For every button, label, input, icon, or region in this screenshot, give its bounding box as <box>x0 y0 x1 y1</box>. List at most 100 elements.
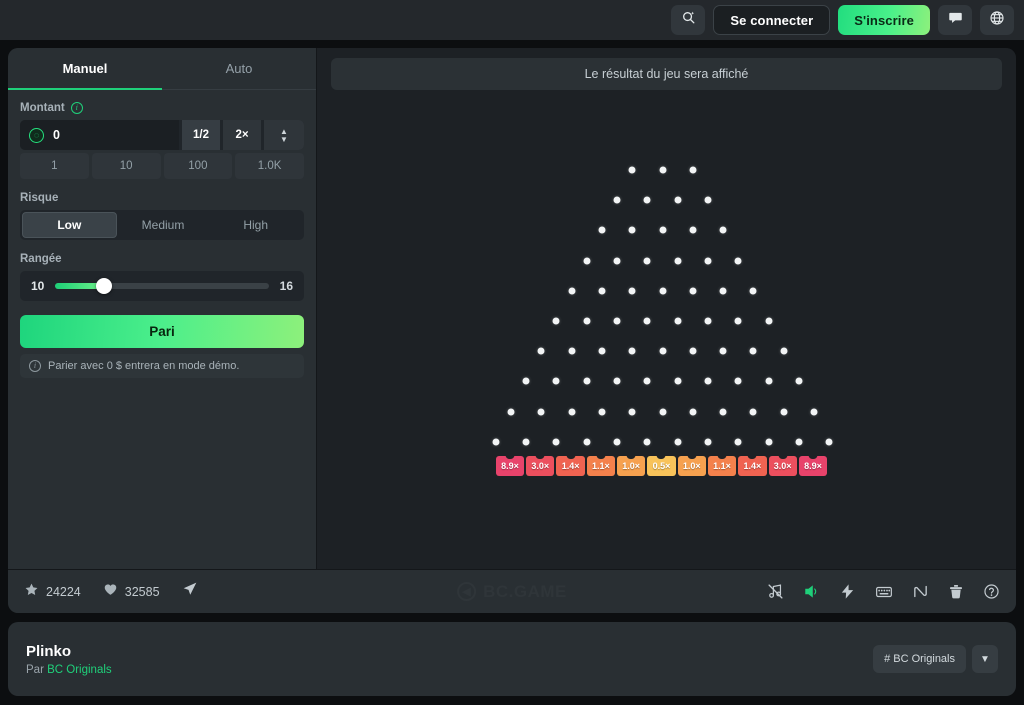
plinko-peg <box>598 347 606 355</box>
quick-amount-1[interactable]: 1 <box>20 153 89 179</box>
help-icon[interactable] <box>983 583 1000 600</box>
demo-mode-note: i Parier avec 0 $ entrera en mode démo. <box>20 354 304 378</box>
by-prefix: Par <box>26 663 48 676</box>
share-button[interactable] <box>182 581 198 602</box>
plinko-peg <box>734 377 742 385</box>
bet-button[interactable]: Pari <box>20 315 304 348</box>
rows-slider-knob[interactable] <box>96 278 113 294</box>
plinko-peg <box>583 257 591 265</box>
multiplier-slot[interactable]: 3.0× <box>526 455 555 476</box>
plinko-peg <box>780 347 788 355</box>
plinko-peg <box>689 408 697 416</box>
lightning-icon[interactable] <box>839 583 856 600</box>
plinko-peg <box>719 347 727 355</box>
risk-option-medium[interactable]: Medium <box>117 212 210 238</box>
watermark-text: BC.GAME <box>483 581 567 601</box>
plinko-peg <box>825 438 833 446</box>
game-info-card: Plinko Par BC Originals # BC Originals ▼ <box>8 622 1016 696</box>
rows-label: Rangée <box>20 253 62 265</box>
plinko-peg <box>613 377 621 385</box>
multiplier-slot[interactable]: 1.0× <box>677 455 706 476</box>
plinko-peg <box>734 438 742 446</box>
plinko-peg <box>749 347 757 355</box>
provider-link[interactable]: BC Originals <box>47 664 112 676</box>
risk-option-high[interactable]: High <box>209 212 302 238</box>
expand-tags-button[interactable]: ▼ <box>972 645 998 673</box>
plinko-peg <box>628 408 636 416</box>
quick-amount-10[interactable]: 10 <box>91 153 161 179</box>
plinko-peg <box>583 377 591 385</box>
plinko-peg <box>719 408 727 416</box>
quick-amount-1k[interactable]: 1.0K <box>235 153 304 179</box>
plinko-peg <box>674 196 682 204</box>
amount-input[interactable]: ◌ 0 <box>20 120 179 150</box>
favorites-stat[interactable]: 24224 <box>24 582 81 602</box>
multiplier-slot[interactable]: 1.0× <box>617 455 646 476</box>
plinko-peg <box>537 408 545 416</box>
music-off-icon[interactable] <box>767 583 784 600</box>
plinko-peg <box>689 226 697 234</box>
search-button[interactable] <box>671 5 706 35</box>
plinko-peg <box>507 408 515 416</box>
plinko-board: 8.9× 3.0× 1.4× 1.1× 1.0× 0.5× 1.0× 1.1× 1.4× 3.0×… <box>331 90 1002 540</box>
plinko-peg <box>643 196 651 204</box>
multiplier-slot[interactable]: 1.4× <box>738 455 767 476</box>
risk-option-low[interactable]: Low <box>22 212 117 238</box>
plinko-peg <box>613 438 621 446</box>
multiplier-slot[interactable]: 0.5× <box>647 455 676 476</box>
sound-on-icon[interactable] <box>803 583 820 600</box>
plinko-peg <box>552 377 560 385</box>
tab-auto[interactable]: Auto <box>162 48 316 90</box>
multiplier-slot[interactable]: 1.1× <box>707 455 737 476</box>
globe-icon <box>989 10 1005 31</box>
plinko-peg <box>674 438 682 446</box>
multiplier-slot[interactable]: 8.9× <box>495 455 525 476</box>
plinko-peg <box>765 377 773 385</box>
plinko-peg <box>552 438 560 446</box>
plinko-peg <box>659 226 666 234</box>
multiplier-slot[interactable]: 1.4× <box>556 455 585 476</box>
multiplier-slot[interactable]: 8.9× <box>798 455 828 476</box>
plinko-board-area: Le résultat du jeu sera affiché 8.9× 3.0×… <box>317 48 1016 569</box>
plinko-peg <box>674 377 682 385</box>
multiplier-row: 8.9× 3.0× 1.4× 1.1× 1.0× 0.5× 1.0× 1.1× 1.4× 3.0×… <box>495 455 828 476</box>
plinko-peg <box>598 408 606 416</box>
star-count: 24224 <box>46 584 81 599</box>
rows-slider-track[interactable] <box>55 278 269 294</box>
panel-content: Montant i ◌ 0 1/2 2× ▲ ▼ 1 10 100 1.0K R… <box>8 90 316 378</box>
multiplier-slot[interactable]: 1.1× <box>586 455 616 476</box>
keyboard-icon[interactable] <box>875 583 893 601</box>
plinko-peg <box>749 408 757 416</box>
amount-double-button[interactable]: 2× <box>223 120 261 150</box>
rows-label-row: Rangée <box>20 253 304 265</box>
quick-amount-100[interactable]: 100 <box>163 153 233 179</box>
multiplier-slot[interactable]: 3.0× <box>768 455 797 476</box>
mode-tabs: Manuel Auto <box>8 48 316 90</box>
tag-bc-originals[interactable]: # BC Originals <box>873 645 966 673</box>
plinko-peg <box>719 287 727 295</box>
plinko-peg <box>613 317 621 325</box>
trash-icon[interactable] <box>948 584 964 600</box>
language-button[interactable] <box>980 5 1014 35</box>
amount-half-button[interactable]: 1/2 <box>182 120 220 150</box>
signup-button[interactable]: S'inscrire <box>838 5 930 35</box>
plinko-peg <box>704 257 712 265</box>
plinko-peg <box>795 438 803 446</box>
info-icon: i <box>29 360 41 372</box>
info-icon[interactable]: i <box>70 102 83 114</box>
plinko-peg <box>643 317 651 325</box>
likes-stat[interactable]: 32585 <box>103 582 160 602</box>
risk-selector: Low Medium High <box>20 210 304 240</box>
plinko-peg <box>704 196 712 204</box>
plinko-peg <box>492 438 500 446</box>
plinko-peg <box>628 166 636 174</box>
search-icon <box>681 10 696 30</box>
chat-button[interactable] <box>938 5 972 35</box>
trend-line-icon[interactable] <box>912 583 929 600</box>
login-button[interactable]: Se connecter <box>713 5 831 35</box>
plinko-peg <box>674 257 682 265</box>
game-body: Manuel Auto Montant i ◌ 0 1/2 2× ▲ ▼ 1 1… <box>8 48 1016 569</box>
tab-manuel[interactable]: Manuel <box>8 48 162 90</box>
bc-logo-icon: ◀ <box>457 582 477 601</box>
amount-stepper[interactable]: ▲ ▼ <box>264 120 304 150</box>
